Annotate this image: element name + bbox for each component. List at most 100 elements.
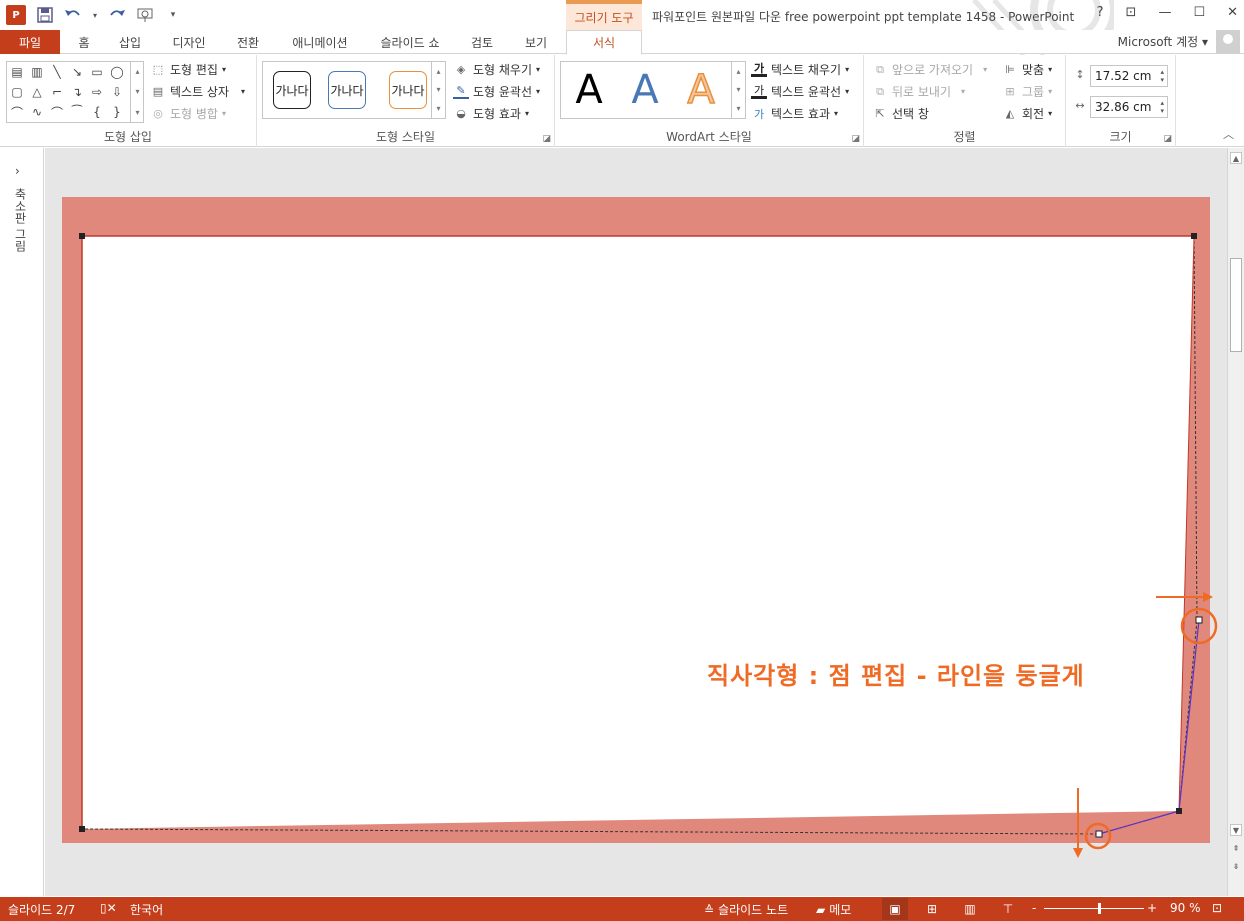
save-icon[interactable] bbox=[36, 6, 54, 24]
bezier-control-point[interactable] bbox=[1095, 830, 1103, 838]
tab-file[interactable]: 파일 bbox=[0, 30, 60, 54]
help-icon[interactable]: ? bbox=[1097, 5, 1104, 20]
vertical-textbox-shape-icon[interactable]: ▥ bbox=[27, 62, 47, 82]
shape-style-sample[interactable]: 가나다 bbox=[328, 71, 366, 109]
dialog-launcher-icon[interactable]: ◪ bbox=[542, 134, 551, 144]
shape-style-sample[interactable]: 가나다 bbox=[273, 71, 311, 109]
line-shape-icon[interactable]: ╲ bbox=[47, 62, 67, 82]
tab-design[interactable]: 디자인 bbox=[160, 30, 218, 54]
slideshow-view-icon[interactable]: ⊤ bbox=[995, 898, 1021, 920]
wordart-style-blue[interactable]: A bbox=[617, 67, 673, 113]
scroll-down-icon[interactable]: ▼ bbox=[1230, 824, 1242, 836]
vertex-handle[interactable] bbox=[1191, 233, 1197, 239]
slide-sorter-view-icon[interactable]: ⊞ bbox=[919, 898, 945, 920]
redo-icon[interactable] bbox=[108, 6, 126, 24]
maximize-icon[interactable]: ☐ bbox=[1193, 5, 1205, 20]
scrollbar-thumb[interactable] bbox=[1230, 258, 1242, 352]
zoom-slider[interactable] bbox=[1044, 908, 1144, 909]
edit-shape-button[interactable]: ⬚ 도형 편집 ▾ bbox=[150, 61, 226, 78]
dialog-launcher-icon[interactable]: ◪ bbox=[1163, 134, 1172, 144]
ribbon-display-options-icon[interactable]: ⊡ bbox=[1126, 5, 1137, 20]
wordart-gallery[interactable]: A A A ▴ ▾ ▾ bbox=[560, 61, 746, 119]
vertex-handle[interactable] bbox=[79, 826, 85, 832]
send-backward-button[interactable]: ⧉ 뒤로 보내기 ▾ bbox=[872, 83, 965, 100]
shape-width-input[interactable]: 32.86 cm ▴ ▾ bbox=[1090, 96, 1168, 118]
undo-icon[interactable] bbox=[64, 6, 82, 24]
scribble-shape-icon[interactable]: ∿ bbox=[27, 102, 47, 122]
tab-format[interactable]: 서식 bbox=[566, 30, 642, 55]
reading-view-icon[interactable]: ▥ bbox=[957, 898, 983, 920]
selection-pane-button[interactable]: ⇱ 선택 창 bbox=[872, 105, 929, 122]
vertex-handle[interactable] bbox=[1176, 808, 1182, 814]
rounded-rectangle-shape-icon[interactable]: ▢ bbox=[7, 82, 27, 102]
text-outline-button[interactable]: 가 텍스트 윤곽선 ▾ bbox=[751, 83, 849, 100]
tab-review[interactable]: 검토 bbox=[460, 30, 504, 54]
shape-style-sample[interactable]: 가나다 bbox=[389, 71, 427, 109]
shape-effects-button[interactable]: ◒ 도형 효과 ▾ bbox=[453, 105, 529, 122]
undo-dropdown-icon[interactable]: ▾ bbox=[92, 6, 98, 24]
close-icon[interactable]: ✕ bbox=[1227, 5, 1238, 20]
tab-home[interactable]: 홈 bbox=[62, 30, 106, 54]
down-arrow-shape-icon[interactable]: ⇩ bbox=[107, 82, 127, 102]
shape-fill-button[interactable]: ◈ 도형 채우기 ▾ bbox=[453, 61, 540, 78]
oval-shape-icon[interactable]: ◯ bbox=[107, 62, 127, 82]
right-arrow-shape-icon[interactable]: ⇨ bbox=[87, 82, 107, 102]
shape-gallery-scroll[interactable]: ▴ ▾ ▾ bbox=[130, 61, 144, 123]
tab-view[interactable]: 보기 bbox=[512, 30, 560, 54]
wordart-style-black[interactable]: A bbox=[561, 67, 617, 113]
tab-animations[interactable]: 애니메이션 bbox=[280, 30, 360, 54]
avatar[interactable] bbox=[1216, 30, 1240, 54]
collapse-ribbon-icon[interactable]: ︿ bbox=[1223, 126, 1234, 142]
zoom-out-button[interactable]: - bbox=[1032, 901, 1036, 915]
notes-button[interactable]: ≙ 슬라이드 노트 bbox=[704, 901, 788, 918]
vertex-handle[interactable] bbox=[79, 233, 85, 239]
comments-button[interactable]: ▰ 메모 bbox=[816, 901, 851, 918]
shape-gallery[interactable]: ▤ ▥ ╲ ↘ ▭ ◯ ▢ △ ⌐ ↴ ⇨ ⇩ ⌒ ∿ ⌒ ⁀ { } bbox=[6, 61, 144, 123]
freeform-shape-icon[interactable]: ⌒ bbox=[7, 102, 27, 122]
customize-qat-icon[interactable]: ▾ bbox=[164, 6, 182, 24]
thumbnail-pane-label[interactable]: 축소판 그림 bbox=[12, 188, 29, 252]
text-fill-button[interactable]: 가 텍스트 채우기 ▾ bbox=[751, 61, 849, 78]
scroll-up-icon[interactable]: ▲ bbox=[1230, 152, 1242, 164]
normal-view-icon[interactable]: ▣ bbox=[882, 898, 908, 920]
bezier-control-point[interactable] bbox=[1195, 616, 1203, 624]
text-effects-button[interactable]: 가 텍스트 효과 ▾ bbox=[751, 105, 838, 122]
shape-style-gallery[interactable]: 가나다 가나다 가나다 ▴ ▾ ▾ bbox=[262, 61, 446, 119]
width-spinner-icon[interactable]: ▴ ▾ bbox=[1160, 99, 1164, 115]
tab-transitions[interactable]: 전환 bbox=[224, 30, 272, 54]
rectangle-shape-icon[interactable]: ▭ bbox=[87, 62, 107, 82]
wordart-gallery-scroll[interactable]: ▴ ▾ ▾ bbox=[731, 62, 745, 118]
left-brace-shape-icon[interactable]: { bbox=[87, 102, 107, 122]
start-slideshow-icon[interactable] bbox=[136, 6, 154, 24]
triangle-shape-icon[interactable]: △ bbox=[27, 82, 47, 102]
previous-slide-icon[interactable]: ⇞ bbox=[1230, 842, 1242, 854]
shape-height-input[interactable]: 17.52 cm ▴ ▾ bbox=[1090, 65, 1168, 87]
powerpoint-app-icon[interactable]: P bbox=[6, 5, 26, 25]
arc-shape-icon[interactable]: ⌒ bbox=[47, 102, 67, 122]
language-indicator[interactable]: 한국어 bbox=[130, 901, 163, 918]
shape-style-gallery-scroll[interactable]: ▴ ▾ ▾ bbox=[431, 62, 445, 118]
arrow-line-shape-icon[interactable]: ↘ bbox=[67, 62, 87, 82]
elbow-arrow-shape-icon[interactable]: ↴ bbox=[67, 82, 87, 102]
dialog-launcher-icon[interactable]: ◪ bbox=[851, 134, 860, 144]
right-brace-shape-icon[interactable]: } bbox=[107, 102, 127, 122]
zoom-slider-thumb[interactable] bbox=[1098, 903, 1101, 914]
height-spinner-icon[interactable]: ▴ ▾ bbox=[1160, 68, 1164, 84]
elbow-connector-shape-icon[interactable]: ⌐ bbox=[47, 82, 67, 102]
account-menu[interactable]: Microsoft 계정 ▾ bbox=[1118, 33, 1208, 50]
zoom-level[interactable]: 90 % bbox=[1170, 901, 1201, 915]
group-button[interactable]: ⊞ 그룹 ▾ bbox=[1002, 83, 1052, 100]
expand-thumbnails-icon[interactable]: › bbox=[15, 164, 20, 178]
vertical-scrollbar[interactable]: ▲ ▼ ⇞ ⇟ bbox=[1227, 148, 1244, 896]
fit-to-window-icon[interactable]: ⊡ bbox=[1212, 901, 1222, 915]
wordart-style-orange-outline[interactable]: A bbox=[673, 66, 729, 114]
bring-forward-button[interactable]: ⧉ 앞으로 가져오기 ▾ bbox=[872, 61, 987, 78]
tab-insert[interactable]: 삽입 bbox=[108, 30, 152, 54]
shape-outline-button[interactable]: ✎ 도형 윤곽선 ▾ bbox=[453, 83, 540, 100]
tab-slideshow[interactable]: 슬라이드 쇼 bbox=[368, 30, 452, 54]
rotate-button[interactable]: ◭ 회전 ▾ bbox=[1002, 105, 1052, 122]
align-button[interactable]: ⊫ 맞춤 ▾ bbox=[1002, 61, 1052, 78]
merge-shapes-button[interactable]: ◎ 도형 병합 ▾ bbox=[150, 105, 226, 122]
text-box-button[interactable]: ▤ 텍스트 상자 ▾ bbox=[150, 83, 245, 100]
zoom-in-button[interactable]: + bbox=[1147, 901, 1157, 915]
